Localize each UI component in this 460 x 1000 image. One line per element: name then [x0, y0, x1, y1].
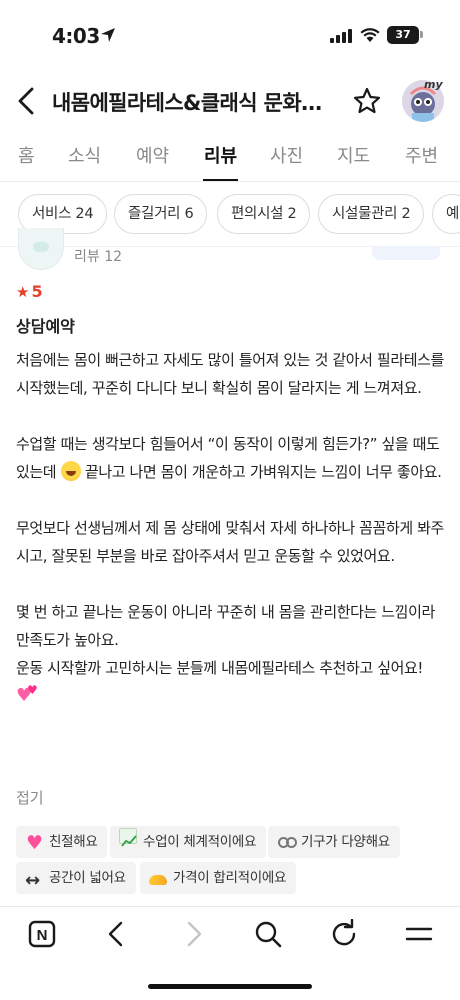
laughing-emoji-icon: [60, 461, 81, 481]
review-body: 처음에는 몸이 뻐근하고 자세도 많이 틀어져 있는 것 같아서 필라테스를 시…: [16, 346, 444, 710]
review-paragraph: 처음에는 몸이 뻐근하고 자세도 많이 틀어져 있는 것 같아서 필라테스를 시…: [16, 351, 444, 397]
follow-button[interactable]: [372, 246, 440, 260]
back-button[interactable]: [12, 84, 42, 118]
heart-icon: [25, 827, 43, 859]
money-icon: [149, 875, 167, 885]
battery-cap: [420, 31, 423, 38]
keyword-tag: 친절해요: [16, 826, 108, 859]
rating-value: 5: [31, 282, 43, 301]
keyword-tag: 공간이 넓어요: [16, 862, 136, 897]
cellular-signal-icon: [330, 29, 352, 43]
chart-line-icon: [121, 835, 137, 847]
status-bar: 4:03 37: [0, 0, 460, 74]
review-rating: ★ 5: [16, 282, 43, 301]
keyword-label: 공간이 넓어요: [49, 870, 126, 886]
review-paragraph: 운동 시작할까 고민하시는 분들께 내몸에필라테스 추천하고 싶어요!: [16, 654, 444, 710]
review-filter-chips: 서비스 24 즐길거리 6 편의시설 2 시설물관리 2 예: [0, 194, 460, 238]
location-arrow-icon: [101, 28, 115, 42]
place-tabs: 홈 소식 예약 리뷰 사진 지도 주변: [0, 134, 460, 182]
wifi-icon: [360, 28, 380, 42]
page-title: 내몸에필라테스&클래식 문화…: [52, 91, 322, 115]
chip-entertainment[interactable]: 즐길거리 6: [114, 194, 208, 234]
visit-type: 상담예약: [16, 317, 75, 336]
review-paragraph: 수업할 때는 생각보다 힘들어서 “이 동작이 이렇게 힘든가?” 싶을 때도 …: [16, 430, 444, 486]
keyword-label: 수업이 체계적이에요: [143, 834, 257, 850]
browser-toolbar: N: [0, 906, 460, 966]
bookmark-star-button[interactable]: [352, 86, 382, 116]
browser-back-button[interactable]: [102, 919, 132, 949]
chip-more[interactable]: 예: [432, 194, 460, 234]
tab-map[interactable]: 지도: [337, 142, 370, 181]
search-button[interactable]: [253, 919, 283, 949]
keyword-label: 가격이 합리적이에요: [173, 870, 287, 886]
keyword-tag: 가격이 합리적이에요: [140, 862, 297, 894]
chip-amenities[interactable]: 편의시설 2: [217, 194, 311, 234]
naver-home-button[interactable]: N: [27, 919, 57, 949]
arrows-icon: [25, 865, 43, 897]
keyword-tag: 기구가 다양해요: [268, 826, 400, 858]
goggles-icon: [277, 833, 297, 849]
review-paragraph: 무엇보다 선생님께서 제 몸 상태에 맞춰서 자세 하나하나 꼼꼼하게 봐주시고…: [16, 519, 444, 565]
reviewer-review-count: 리뷰 12: [74, 249, 123, 265]
review-text-segment: 운동 시작할까 고민하시는 분들께 내몸에필라테스 추천하고 싶어요!: [16, 659, 424, 677]
keyword-label: 친절해요: [49, 834, 98, 850]
reviewer-avatar[interactable]: [18, 228, 64, 270]
battery-level: 37: [395, 28, 411, 41]
fold-button[interactable]: 접기: [16, 787, 44, 808]
review-paragraph: 몇 번 하고 끝나는 운동이 아니라 꾸준히 내 몸을 관리한다는 느낌이라 만…: [16, 603, 435, 649]
tab-reviews[interactable]: 리뷰: [202, 142, 239, 181]
tab-nearby[interactable]: 주변: [405, 142, 438, 181]
tab-home[interactable]: 홈: [18, 142, 35, 181]
place-header: 내몸에필라테스&클래식 문화…: [0, 74, 460, 128]
keyword-tag: 수업이 체계적이에요: [110, 826, 267, 858]
browser-forward-button[interactable]: [178, 919, 208, 949]
naver-home-label: N: [37, 927, 48, 944]
status-time: 4:03: [52, 24, 100, 48]
star-icon: ★: [16, 283, 30, 301]
battery-icon: 37: [387, 26, 419, 44]
tab-reservation[interactable]: 예약: [136, 142, 169, 181]
refresh-button[interactable]: [329, 919, 359, 949]
tab-photos[interactable]: 사진: [270, 142, 303, 181]
tab-news[interactable]: 소식: [68, 142, 101, 181]
hearts-emoji-icon: [16, 676, 40, 710]
avatar-tag: my: [424, 78, 443, 91]
keyword-label: 기구가 다양해요: [301, 834, 390, 850]
home-indicator[interactable]: [148, 984, 312, 989]
chip-facility-maintenance[interactable]: 시설물관리 2: [318, 194, 425, 234]
review-text-segment: 끝나고 나면 몸이 개운하고 가벼워지는 느낌이 너무 좋아요.: [84, 463, 442, 481]
chart-icon: [119, 828, 137, 847]
menu-button[interactable]: [404, 919, 434, 949]
